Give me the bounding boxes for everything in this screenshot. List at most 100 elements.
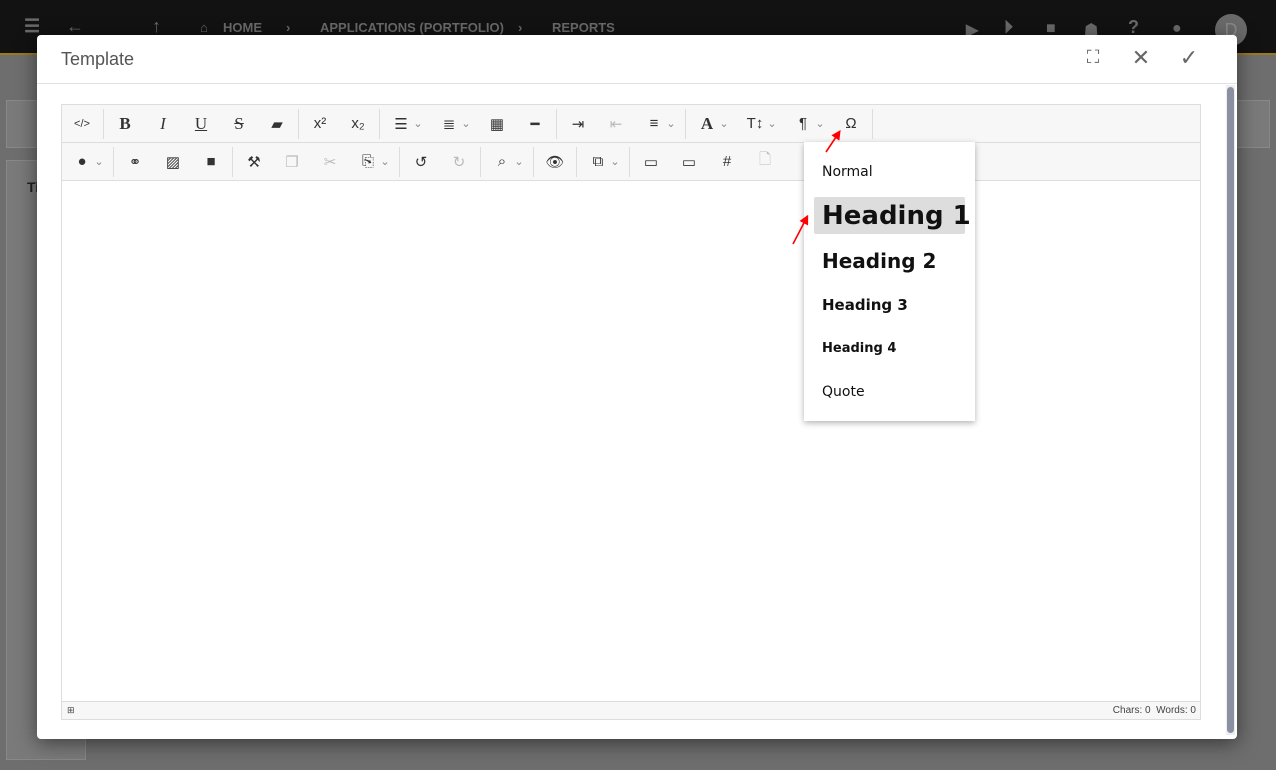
font-color-dropdown-chevron-icon[interactable]: ⌄ xyxy=(716,117,732,130)
bold-button[interactable]: B xyxy=(106,109,144,139)
menu-item-normal[interactable]: Normal xyxy=(822,164,873,180)
cut-icon: ✂ xyxy=(323,153,337,171)
table-button[interactable]: ▦ xyxy=(478,109,516,139)
paragraph-format-icon: ¶ xyxy=(798,115,808,132)
toolbar-separator xyxy=(103,108,104,139)
close-icon[interactable]: ✕ xyxy=(1126,45,1156,71)
toolbar-separator xyxy=(872,108,873,139)
font-color-icon: A xyxy=(700,113,714,133)
format-painter-icon: ⚒ xyxy=(247,153,261,171)
table-icon: ▦ xyxy=(489,115,505,133)
up-icon[interactable]: ↑ xyxy=(152,16,161,37)
italic-icon: I xyxy=(160,113,166,133)
strikethrough-button[interactable]: S xyxy=(220,109,258,139)
menu-item-heading-1[interactable]: Heading 1 xyxy=(822,201,971,231)
cut-button[interactable]: ✂ xyxy=(311,147,349,177)
align-icon: ≡ xyxy=(649,115,659,132)
editor-status-bar: ⊞ Chars: 0 Words: 0 xyxy=(62,701,1200,719)
back-icon[interactable]: ← xyxy=(66,16,84,37)
confirm-check-icon[interactable]: ✓ xyxy=(1174,45,1204,71)
editor-content-area[interactable] xyxy=(62,182,1200,701)
code-view-icon: </> xyxy=(74,117,90,130)
footer-icon: ▭ xyxy=(681,153,697,171)
outdent-button[interactable]: ⇤ xyxy=(597,109,635,139)
undo-button[interactable]: ↺ xyxy=(402,147,440,177)
redo-button[interactable]: ↻ xyxy=(440,147,478,177)
align-dropdown-chevron-icon[interactable]: ⌄ xyxy=(663,117,679,130)
image-icon: ▨ xyxy=(165,153,181,171)
superscript-button[interactable]: x² xyxy=(301,109,339,139)
code-view-button[interactable]: </> xyxy=(63,109,101,139)
menu-item-quote[interactable]: Quote xyxy=(822,384,865,400)
numbered-list-dropdown-chevron-icon[interactable]: ⌄ xyxy=(458,117,474,130)
find-icon: ⌕ xyxy=(497,153,507,170)
menu-item-heading-3[interactable]: Heading 3 xyxy=(822,296,908,314)
paragraph-format-dropdown-chevron-icon[interactable]: ⌄ xyxy=(812,117,828,130)
undo-icon: ↺ xyxy=(414,153,428,171)
menu-item-heading-4[interactable]: Heading 4 xyxy=(822,341,896,356)
footer-button[interactable]: ▭ xyxy=(670,147,708,177)
bullet-list-dropdown-chevron-icon[interactable]: ⌄ xyxy=(410,117,426,130)
select-icon: ⧉ xyxy=(592,153,604,170)
video-button[interactable]: ■ xyxy=(192,147,230,177)
superscript-icon: x² xyxy=(313,115,327,132)
file-button[interactable]: 🗋 xyxy=(746,147,784,177)
link-button[interactable]: ⚭ xyxy=(116,147,154,177)
horizontal-rule-button[interactable]: ━ xyxy=(516,109,554,139)
preview-button[interactable]: 👁 xyxy=(536,147,574,177)
image-button[interactable]: ▨ xyxy=(154,147,192,177)
horizontal-rule-icon: ━ xyxy=(530,115,540,133)
underline-icon: U xyxy=(194,113,208,133)
numbered-list-icon: ≣ xyxy=(442,115,456,133)
resize-grid-icon[interactable]: ⊞ xyxy=(67,705,75,716)
special-characters-icon: Ω xyxy=(845,115,857,132)
toolbar-separator xyxy=(685,108,686,139)
bold-icon: B xyxy=(119,113,131,133)
toolbar-separator xyxy=(298,108,299,139)
toolbar-separator xyxy=(533,146,534,177)
toolbar-separator xyxy=(232,146,233,177)
find-dropdown-chevron-icon[interactable]: ⌄ xyxy=(511,155,527,168)
breadcrumb-home[interactable]: HOME xyxy=(223,20,262,35)
italic-button[interactable]: I xyxy=(144,109,182,139)
subscript-icon: x₂ xyxy=(351,115,365,132)
select-dropdown-chevron-icon[interactable]: ⌄ xyxy=(607,155,623,168)
paste-icon: ⎘ xyxy=(361,153,374,170)
breadcrumb-applications[interactable]: APPLICATIONS (PORTFOLIO) xyxy=(320,20,504,35)
page-number-button[interactable]: # xyxy=(708,147,746,177)
ink-color-icon: ● xyxy=(77,153,87,170)
word-count: Words: 0 xyxy=(1156,705,1196,716)
page-number-icon: # xyxy=(722,153,732,170)
ink-color-dropdown-chevron-icon[interactable]: ⌄ xyxy=(91,155,107,168)
paste-dropdown-chevron-icon[interactable]: ⌄ xyxy=(377,155,393,168)
indent-button[interactable]: ⇥ xyxy=(559,109,597,139)
dialog-scrollbar[interactable] xyxy=(1226,85,1235,735)
font-size-dropdown-chevron-icon[interactable]: ⌄ xyxy=(764,117,780,130)
copy-icon: ❐ xyxy=(285,153,299,171)
header-button[interactable]: ▭ xyxy=(632,147,670,177)
file-icon: 🗋 xyxy=(758,151,772,168)
redo-icon: ↻ xyxy=(452,153,466,171)
toolbar-row-2: ● ⌄ ⚭ ▨ ■ ⚒ ❐ ✂ ⎘ ⌄ ↺ ↻ ⌕ ⌄ 👁 ⧉ ⌄ ▭ ▭ # 🗋 xyxy=(62,143,1200,181)
fullscreen-icon[interactable]: ⛶ xyxy=(1078,47,1108,68)
strikethrough-icon: S xyxy=(234,113,244,133)
subscript-button[interactable]: x₂ xyxy=(339,109,377,139)
eraser-button[interactable]: ▰ xyxy=(258,109,296,139)
char-count: Chars: 0 xyxy=(1112,705,1151,716)
toolbar-separator xyxy=(556,108,557,139)
breadcrumb-reports[interactable]: REPORTS xyxy=(552,20,615,35)
special-characters-button[interactable]: Ω xyxy=(832,109,870,139)
video-icon: ■ xyxy=(206,153,216,170)
underline-button[interactable]: U xyxy=(182,109,220,139)
dialog-header: Template ⛶ ✕ ✓ xyxy=(37,35,1237,84)
copy-button[interactable]: ❐ xyxy=(273,147,311,177)
menu-icon[interactable]: ☰ xyxy=(24,16,40,37)
rich-text-editor: </> B I U S ▰ x² x₂ ☰ ⌄ ≣ ⌄ ▦ ━ ⇥ ⇤ ≡ ⌄ A ⌄ T↕ ⌄ ¶ ⌄ Ω ● ⌄ ⚭ ▨ ■ ⚒ ❐ ✂ ⎘… xyxy=(61,104,1201,720)
toolbar-separator xyxy=(379,108,380,139)
chevron-icon: › xyxy=(286,20,291,35)
scrollbar-thumb[interactable] xyxy=(1227,87,1234,733)
paragraph-format-dropdown: Normal Heading 1 Heading 2 Heading 3 Hea… xyxy=(804,142,975,421)
menu-item-heading-2[interactable]: Heading 2 xyxy=(822,249,936,273)
toolbar-row-1: </> B I U S ▰ x² x₂ ☰ ⌄ ≣ ⌄ ▦ ━ ⇥ ⇤ ≡ ⌄ A ⌄ T↕ ⌄ ¶ ⌄ Ω xyxy=(62,105,1200,143)
format-painter-button[interactable]: ⚒ xyxy=(235,147,273,177)
